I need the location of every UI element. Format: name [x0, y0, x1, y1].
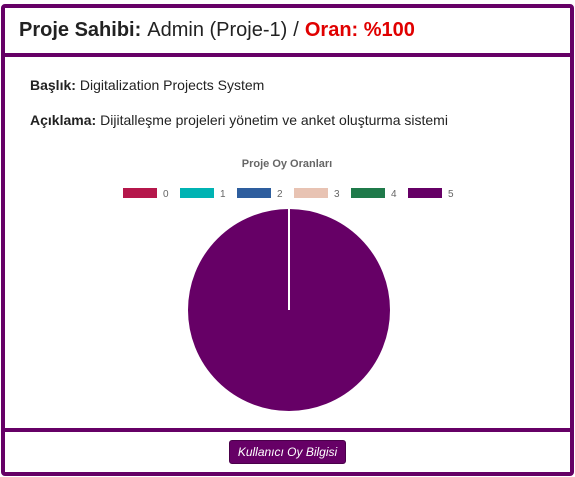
legend-label-1: 1: [220, 189, 226, 200]
owner-label: Proje Sahibi:: [19, 19, 142, 41]
legend-swatch-3: [294, 188, 328, 198]
user-vote-info-button[interactable]: Kullanıcı Oy Bilgisi: [228, 440, 347, 464]
vote-pie-chart: Proje Oy Oranları 0 1 2 3 4 5: [123, 158, 454, 413]
header-separator: /: [293, 19, 299, 41]
card-footer: Kullanıcı Oy Bilgisi: [5, 428, 570, 472]
legend-label-0: 0: [163, 189, 169, 200]
chart-title: Proje Oy Oranları: [242, 158, 332, 170]
legend-swatch-5: [408, 188, 442, 198]
owner-value: Admin (Proje-1): [147, 19, 288, 41]
rate-text: Oran: %100: [304, 19, 415, 41]
legend-swatch-1: [180, 188, 214, 198]
project-card: Proje Sahibi: Admin (Proje-1) / Oran: %1…: [1, 4, 574, 476]
card-body: Başlık: Digitalization Projects System Aç…: [5, 57, 570, 425]
legend-label-5: 5: [448, 189, 454, 200]
legend-swatch-0: [123, 188, 157, 198]
legend-label-2: 2: [277, 189, 283, 200]
legend-label-4: 4: [391, 189, 397, 200]
legend-label-3: 3: [334, 189, 340, 200]
card-header: Proje Sahibi: Admin (Proje-1) / Oran: %1…: [5, 8, 570, 57]
legend-swatch-2: [237, 188, 271, 198]
legend-swatch-4: [351, 188, 385, 198]
